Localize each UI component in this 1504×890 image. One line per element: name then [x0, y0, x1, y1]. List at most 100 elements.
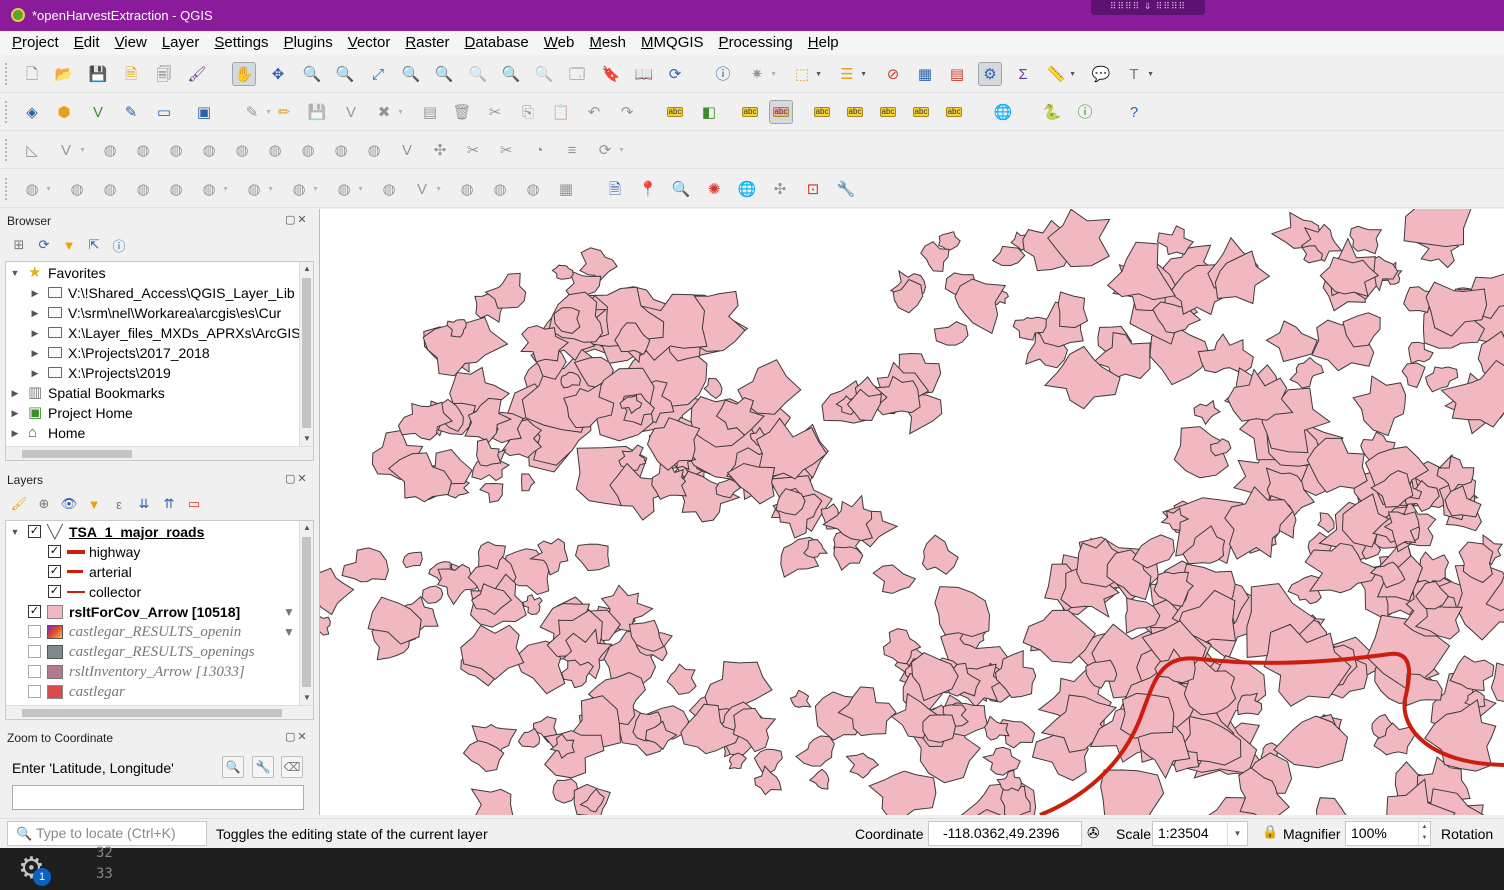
offset-curve-icon[interactable]: ◍	[362, 138, 386, 162]
merge-features-icon[interactable]: ✂	[461, 138, 485, 162]
layer-visibility-checkbox[interactable]	[28, 645, 41, 658]
expand-right-icon[interactable]: ▶	[10, 403, 20, 423]
merge-attributes-icon[interactable]: ✂	[494, 138, 518, 162]
layer-visibility-checkbox[interactable]	[28, 665, 41, 678]
measure-tools-button[interactable]: ✷ ▼	[745, 62, 777, 86]
highlight-labels-icon[interactable]: abc	[769, 100, 793, 124]
pin-labels-icon[interactable]: abc	[738, 100, 762, 124]
reshape-icon[interactable]: ◍	[98, 138, 122, 162]
style-manager-button[interactable]: 🖌	[185, 62, 209, 86]
expand-right-icon[interactable]: ▶	[30, 303, 40, 323]
zoom-native-button[interactable]: 🔍	[466, 62, 490, 86]
filter-icon[interactable]: ▼	[281, 622, 297, 642]
filter-icon[interactable]: ▼	[281, 602, 297, 622]
filter-expression-icon[interactable]: ε	[110, 495, 128, 513]
browser-panel-float-close-icon[interactable]: ▢✕	[285, 213, 309, 226]
paste-button[interactable]: 📋	[549, 100, 573, 124]
diagram-button[interactable]: ◧	[697, 100, 721, 124]
new-project-button[interactable]: 🗋	[20, 62, 44, 86]
new-print-layout-button[interactable]: 🗎	[119, 62, 143, 86]
expand-right-icon[interactable]: ▶	[10, 383, 20, 403]
trim-extend-icon[interactable]: ⟳ ▼	[593, 138, 625, 162]
new-temporary-layer-button[interactable]: ✎	[119, 100, 143, 124]
tracing-icon[interactable]: ◍	[377, 177, 401, 201]
add-feature-button[interactable]: V	[339, 100, 363, 124]
map-canvas[interactable]	[319, 209, 1504, 815]
magnifier-spinbox[interactable]: 100% ▲ ▼	[1345, 821, 1431, 846]
new-map-view-button[interactable]: 🗔	[565, 62, 589, 86]
expand-right-icon[interactable]: ▶	[10, 423, 20, 443]
browser-horizontal-scrollbar[interactable]	[6, 446, 313, 460]
xy-tool-icon[interactable]: ✣	[768, 177, 792, 201]
menu-database[interactable]: Database	[465, 31, 529, 55]
plugin-info-icon[interactable]: ⓘ	[1073, 100, 1097, 124]
menu-raster[interactable]: Raster	[405, 31, 449, 55]
menu-project[interactable]: Project	[12, 31, 59, 55]
menu-view[interactable]: View	[115, 31, 147, 55]
toolbar-handle[interactable]	[5, 178, 11, 200]
expand-right-icon[interactable]: ▶	[30, 343, 40, 363]
show-hide-labels-icon[interactable]: abc	[810, 100, 834, 124]
offset-point-symbols-icon[interactable]: ≡	[560, 138, 584, 162]
add-ring-icon[interactable]: V ▼	[54, 138, 86, 162]
toggle-editing-button[interactable]: ✏	[272, 100, 296, 124]
menu-vector[interactable]: Vector	[348, 31, 391, 55]
collapse-all-layers-icon[interactable]: ⇈	[160, 495, 178, 513]
identify-button[interactable]: ⓘ	[711, 62, 735, 86]
toolbar-handle[interactable]	[5, 101, 11, 123]
chevron-down-icon[interactable]: ▼	[1227, 822, 1247, 845]
remote-session-grip[interactable]: ⠿⠿⠿⠿ ⇓ ⠿⠿⠿⠿	[1091, 0, 1205, 15]
cad-tool-icon[interactable]: ◺	[20, 138, 44, 162]
cut-button[interactable]: ✂	[483, 100, 507, 124]
locator-search-input[interactable]: 🔍 Type to locate (Ctrl+K)	[7, 821, 207, 846]
new-geopackage-button[interactable]: ⬢	[52, 100, 76, 124]
rotate-label-icon[interactable]: abc	[909, 100, 933, 124]
modify-attributes-button[interactable]: ▤	[418, 100, 442, 124]
select-by-value-button[interactable]: ☰ ▼	[835, 62, 867, 86]
identify-features-icon[interactable]: ✺	[702, 177, 726, 201]
undo-button[interactable]: ↶	[582, 100, 606, 124]
toggle-extents-icon[interactable]: ✇	[1087, 824, 1100, 842]
add-circular-string-icon[interactable]: ◍ ▼	[197, 177, 229, 201]
layers-horizontal-scrollbar[interactable]	[6, 705, 313, 719]
globe-icon[interactable]: 🌐	[735, 177, 759, 201]
stream-icon[interactable]: ◍	[488, 177, 512, 201]
layers-vertical-scrollbar[interactable]: ▲ ▼	[299, 521, 313, 705]
zoom-panel-float-close-icon[interactable]: ▢✕	[285, 730, 309, 743]
toggle-settings-button[interactable]: ⚙	[978, 62, 1002, 86]
save-edits-button[interactable]: 💾	[305, 100, 329, 124]
field-calculator-sigma-icon[interactable]: Σ	[1011, 62, 1035, 86]
manage-map-themes-icon[interactable]: 👁	[60, 495, 78, 513]
move-label-icon[interactable]: abc	[876, 100, 900, 124]
deselect-button[interactable]: ⊘	[881, 62, 905, 86]
add-ellipse-icon[interactable]: ◍	[65, 177, 89, 201]
save-project-button[interactable]: 💾	[86, 62, 110, 86]
pan-map-button[interactable]: ✋	[232, 62, 256, 86]
grid-icon[interactable]: ▦	[554, 177, 578, 201]
add-group-icon[interactable]: ⊕	[35, 495, 53, 513]
menu-layer[interactable]: Layer	[162, 31, 200, 55]
copy-button[interactable]: ⎘	[516, 100, 540, 124]
menu-mmqgis[interactable]: MMQGIS	[641, 31, 704, 55]
text-annotation-button[interactable]: T ▼	[1122, 62, 1154, 86]
add-circle-icon[interactable]: ◍ ▼	[20, 177, 52, 201]
layout-manager-button[interactable]: 🗐	[152, 62, 176, 86]
layer-visibility-checkbox[interactable]: ✓	[28, 525, 41, 538]
self-snap-icon[interactable]: V ▼	[410, 177, 442, 201]
current-edits-button[interactable]: ✎ ▼	[240, 100, 272, 124]
menu-mesh[interactable]: Mesh	[589, 31, 626, 55]
clear-coordinate-button[interactable]: ⌫	[281, 756, 303, 778]
layer-visibility-checkbox[interactable]: ✓	[28, 605, 41, 618]
metasearch-icon[interactable]: 🌐	[991, 100, 1015, 124]
label-tool-icon[interactable]: abc	[663, 100, 687, 124]
fill-ring-icon[interactable]: ◍	[230, 138, 254, 162]
coordinate-settings-button[interactable]: 🔧	[252, 756, 274, 778]
python-console-icon[interactable]: 🐍	[1040, 100, 1064, 124]
zoom-to-selection-button[interactable]: 🔍	[399, 62, 423, 86]
menu-settings[interactable]: Settings	[214, 31, 268, 55]
menu-help[interactable]: Help	[808, 31, 839, 55]
snap-icon[interactable]: ◍ ▼	[287, 177, 319, 201]
offset-icon[interactable]: ◍	[131, 138, 155, 162]
toolbar-handle[interactable]	[5, 63, 11, 85]
expand-right-icon[interactable]: ▶	[30, 363, 40, 383]
